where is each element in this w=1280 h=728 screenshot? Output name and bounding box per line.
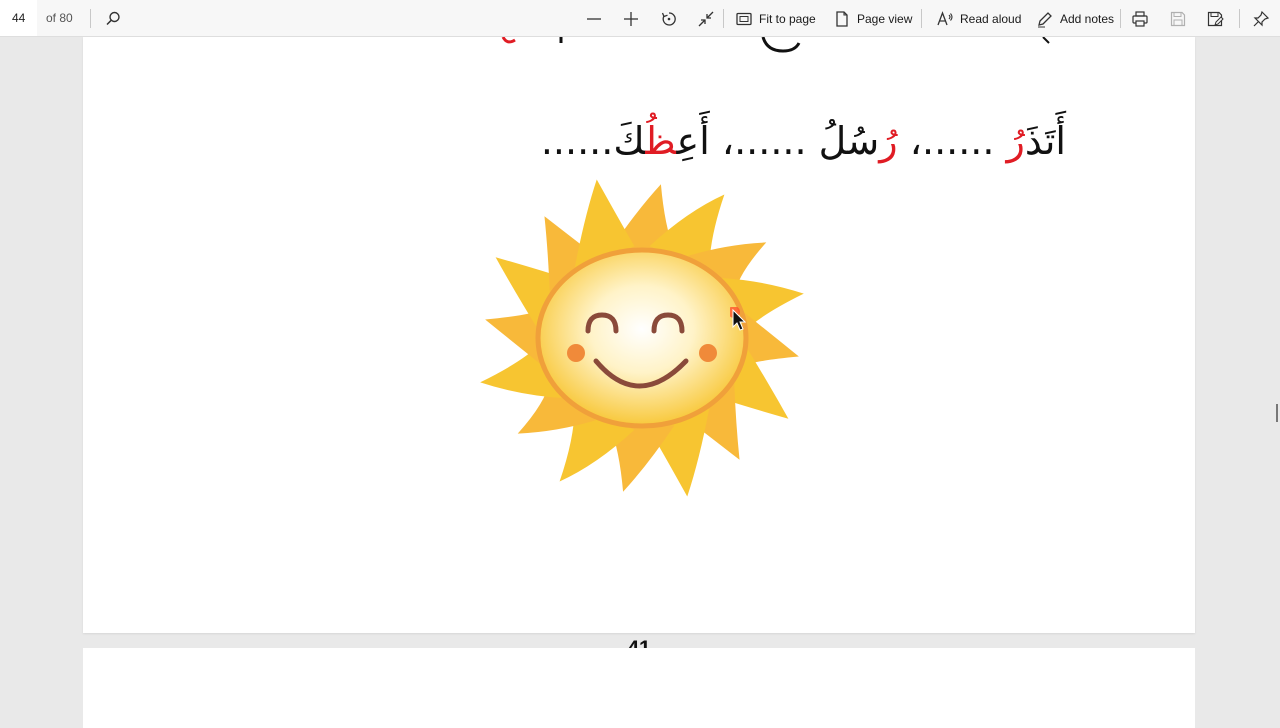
zoom-out-button[interactable] <box>585 6 603 31</box>
page-view-icon <box>836 10 848 27</box>
fit-to-page-label: Fit to page <box>759 11 816 26</box>
blank-dots: ......، <box>897 119 1007 163</box>
save-as-icon <box>1207 11 1224 26</box>
toolbar-divider <box>921 9 922 28</box>
collapse-icon <box>698 11 714 26</box>
pin-icon <box>1253 10 1270 26</box>
page-view-button[interactable]: Page view <box>833 6 912 31</box>
rotate-button[interactable] <box>660 6 678 31</box>
toolbar-divider <box>1120 9 1121 28</box>
save-as-button[interactable] <box>1206 6 1224 31</box>
scrollbar-thumb[interactable] <box>1276 404 1278 422</box>
rotate-icon <box>661 11 676 26</box>
page-total-label: of 80 <box>46 11 73 25</box>
blank-dots: ...... <box>540 119 614 163</box>
print-icon <box>1132 10 1148 27</box>
collapse-button[interactable] <box>697 6 715 31</box>
toolbar-divider <box>723 9 724 28</box>
pdf-page: أَتَذَرُ ......، رُسُلُ ......، أَعِظُكَ… <box>83 37 1195 660</box>
word-part-highlight: رُ <box>879 119 898 163</box>
word-tatadhar: أَتَذَرُ <box>1007 119 1066 163</box>
pdf-toolbar: of 80 <box>0 0 1280 37</box>
cut-off-text-line <box>501 37 1050 53</box>
word-part-highlight: رُ <box>1006 119 1025 163</box>
word-part: كَ <box>613 119 646 163</box>
search-icon <box>106 11 120 25</box>
blank-dots: ......، <box>709 119 819 163</box>
pin-button[interactable] <box>1252 6 1270 31</box>
search-button[interactable] <box>104 6 122 31</box>
pen-icon <box>1038 11 1052 27</box>
word-rusul: رُسُلُ <box>819 119 898 163</box>
next-pdf-page <box>83 648 1195 728</box>
print-button[interactable] <box>1131 6 1149 31</box>
sun-face <box>535 247 749 429</box>
zoom-in-button[interactable] <box>622 6 640 31</box>
word-part: سُلُ <box>818 119 880 163</box>
add-notes-button[interactable]: Add notes <box>1036 6 1114 31</box>
save-button[interactable] <box>1169 6 1187 31</box>
smiling-sun-illustration <box>480 179 804 497</box>
page-number-input[interactable] <box>0 0 37 36</box>
add-notes-label: Add notes <box>1060 11 1115 26</box>
mouse-cursor <box>730 307 747 331</box>
right-cheek <box>699 344 717 362</box>
word-aatik: أَعِظُكَ <box>613 119 709 163</box>
page-view-label: Page view <box>857 11 913 26</box>
read-aloud-button[interactable]: Read aloud <box>936 6 1021 31</box>
word-part: أَتَذَ <box>1024 119 1066 163</box>
minus-icon <box>587 17 601 20</box>
save-icon <box>1170 11 1186 26</box>
read-aloud-icon <box>937 10 953 25</box>
fit-to-page-button[interactable]: Fit to page <box>735 6 816 31</box>
toolbar-divider <box>90 9 91 28</box>
word-part-highlight: ظُ <box>645 119 677 163</box>
word-part: أَعِ <box>676 119 710 163</box>
left-cheek <box>567 344 585 362</box>
read-aloud-label: Read aloud <box>960 11 1022 26</box>
fit-to-page-icon <box>736 12 752 25</box>
plus-icon <box>624 11 638 26</box>
toolbar-divider <box>1239 9 1240 28</box>
